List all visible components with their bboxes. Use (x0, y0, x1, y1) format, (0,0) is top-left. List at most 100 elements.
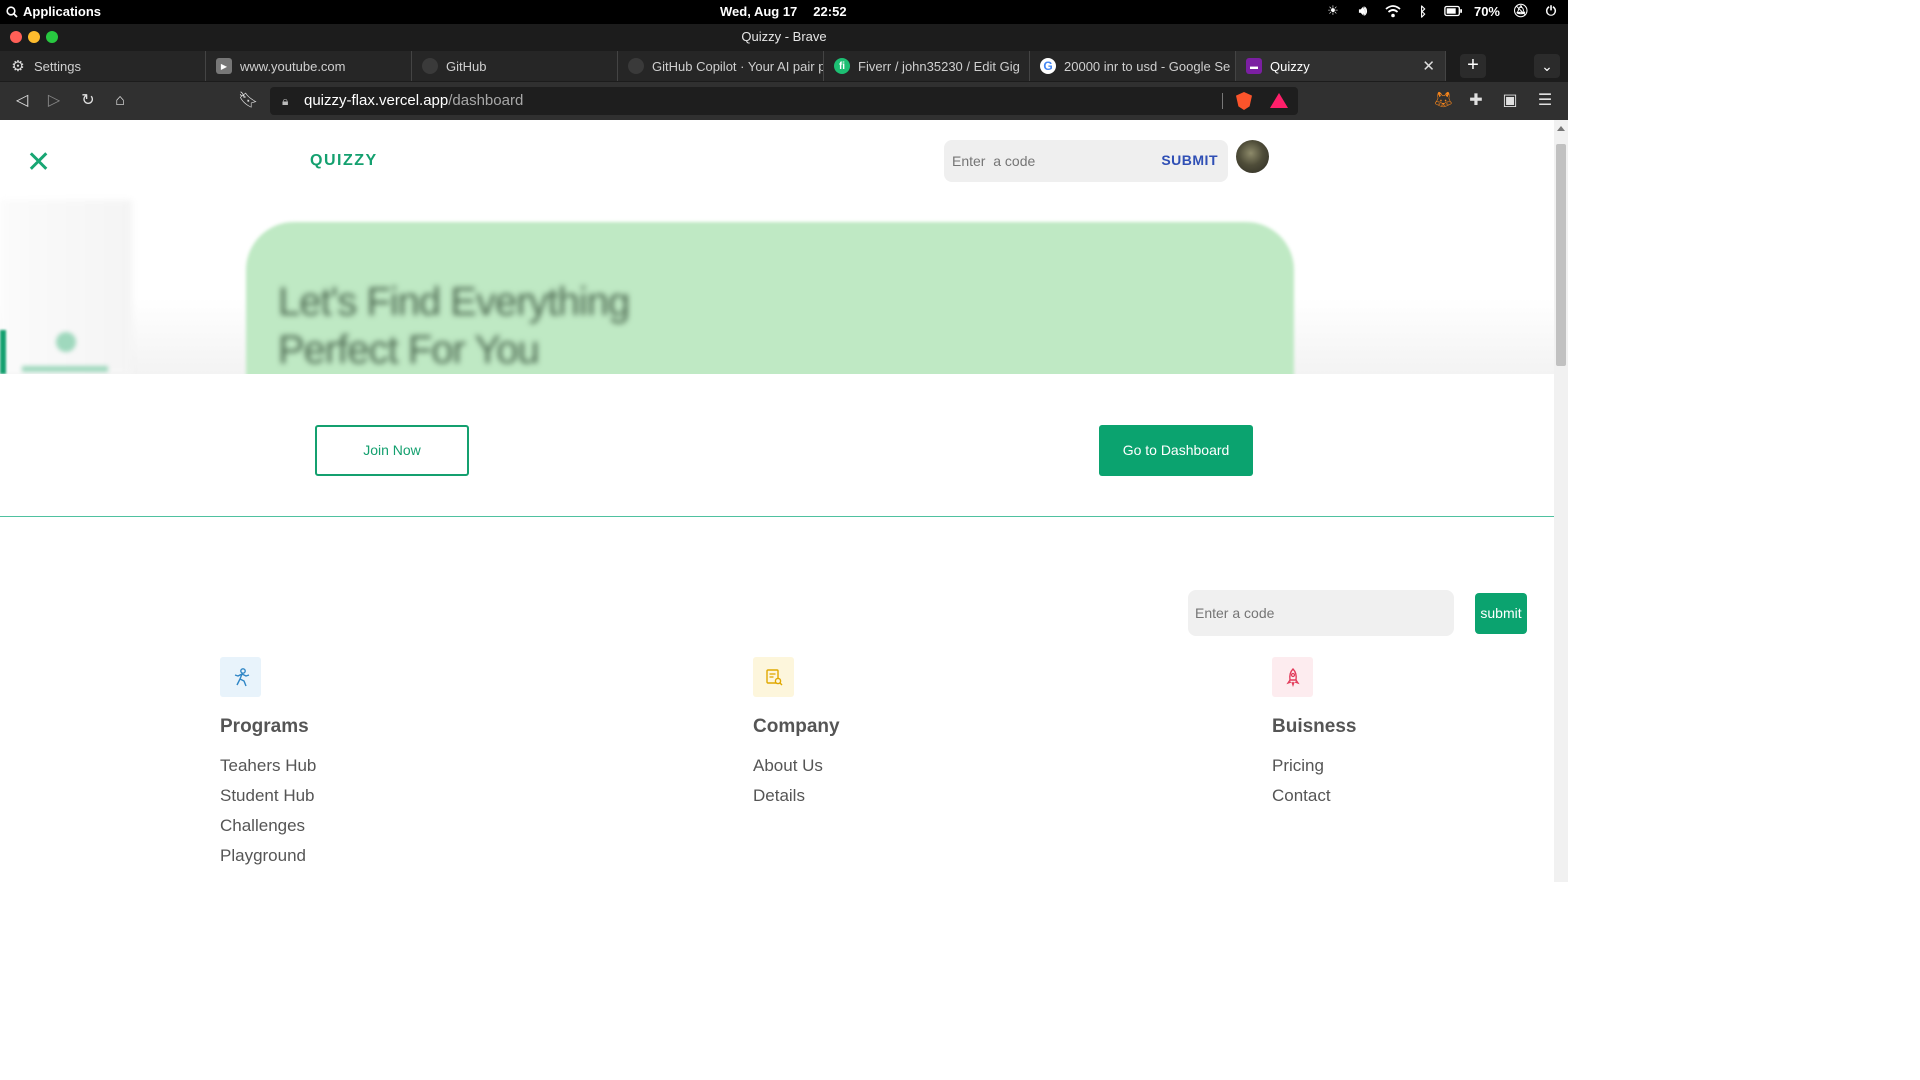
close-window-button[interactable] (10, 31, 22, 43)
metamask-icon[interactable]: 🦊︎ (1433, 91, 1453, 111)
footer-submit-button[interactable]: submit (1475, 593, 1527, 634)
wallet-icon[interactable]: ▣ (1500, 91, 1520, 111)
reload-button[interactable]: ↻ (78, 91, 98, 111)
footer-code-input[interactable] (1195, 602, 1435, 624)
window-titlebar: Quizzy - Brave (0, 24, 1568, 50)
search-icon (6, 5, 18, 18)
notifications-off-icon[interactable]: 🔕︎ (1512, 3, 1530, 19)
brave-rewards-icon[interactable] (1270, 93, 1288, 108)
tab-github[interactable]: GitHub (412, 51, 618, 81)
applications-menu[interactable]: Applications (6, 4, 101, 19)
tab-google-search[interactable]: G 20000 inr to usd - Google Se (1030, 51, 1236, 81)
footer-heading: Company (753, 716, 840, 737)
page-scrollbar[interactable] (1554, 120, 1568, 882)
minimize-window-button[interactable] (28, 31, 40, 43)
back-button[interactable]: ◁ (12, 91, 32, 111)
footer-link[interactable]: Pricing (1272, 755, 1356, 785)
battery-percent: 70% (1473, 3, 1500, 19)
footer-link[interactable]: Challenges (220, 815, 316, 845)
hero-line-1: Let's Find Everything (278, 280, 630, 324)
tab-label: GitHub Copilot · Your AI pair p (652, 58, 824, 74)
brightness-icon[interactable]: ☀ (1324, 3, 1342, 19)
tab-label: Quizzy (1270, 58, 1310, 74)
tab-list-button[interactable]: ⌄ (1534, 54, 1560, 78)
volume-icon[interactable]: 🔊︎ (1354, 3, 1372, 19)
github-icon (628, 58, 644, 74)
bluetooth-icon[interactable]: ᛒ (1414, 3, 1432, 19)
lock-icon: 🔒︎ (282, 94, 289, 108)
footer-link[interactable]: Student Hub (220, 785, 316, 815)
footer-column-business: Buisness Pricing Contact (1272, 657, 1356, 815)
bookmark-icon[interactable]: 🔖︎ (238, 91, 258, 111)
applications-label: Applications (23, 4, 102, 19)
company-icon-box (753, 657, 794, 697)
programs-icon-box (220, 657, 261, 697)
window-controls (10, 31, 58, 43)
avatar[interactable] (1236, 140, 1269, 173)
hero-heading: Let's Find Everything Perfect For You (278, 278, 630, 374)
forward-button[interactable]: ▷ (44, 91, 64, 111)
tab-label: 20000 inr to usd - Google Se (1064, 58, 1231, 74)
time-label: 22:52 (813, 4, 847, 19)
hero-line-2: Perfect For You (278, 328, 540, 372)
header-code-form: SUBMIT (944, 140, 1228, 182)
person-run-icon (234, 668, 249, 687)
tab-settings[interactable]: ⚙ Settings (0, 51, 206, 81)
maximize-window-button[interactable] (46, 31, 58, 43)
power-icon[interactable]: ⏻ (1542, 3, 1560, 19)
date-label: Wed, Aug 17 (720, 4, 798, 19)
clock[interactable]: Wed, Aug 17 22:52 (720, 4, 847, 19)
github-icon (422, 58, 438, 74)
sidebar-label-blurred (22, 366, 108, 372)
footer-link[interactable]: Playground (220, 845, 316, 875)
address-bar[interactable]: 🔒︎ quizzy-flax.vercel.app/dashboard (270, 87, 1298, 115)
join-now-button[interactable]: Join Now (315, 425, 469, 476)
brave-shields-icon[interactable] (1236, 92, 1252, 110)
close-menu-icon[interactable]: ✕ (26, 148, 51, 178)
google-icon: G (1040, 58, 1056, 74)
window-title: Quizzy - Brave (741, 29, 827, 44)
rocket-icon (1285, 668, 1300, 687)
footer-column-programs: Programs Teahers Hub Student Hub Challen… (220, 657, 316, 875)
tab-strip: ⚙ Settings ▶ www.youtube.com GitHub GitH… (0, 50, 1568, 82)
tab-label: Fiverr / john35230 / Edit Gig (858, 58, 1020, 74)
fiverr-icon: fi (834, 58, 850, 74)
youtube-icon: ▶ (216, 58, 232, 74)
wifi-icon[interactable] (1384, 3, 1402, 19)
sidebar-icon-blurred (56, 332, 76, 352)
footer-link[interactable]: About Us (753, 755, 840, 785)
footer-code-form (1188, 590, 1454, 636)
go-to-dashboard-button[interactable]: Go to Dashboard (1099, 425, 1253, 476)
header-section: ✕ QUIZZY SUBMIT Let's Find Everything Pe… (0, 120, 1554, 374)
browser-toolbar: ◁ ▷ ↻ ⌂ 🔖︎ 🔒︎ quizzy-flax.vercel.app/das… (0, 82, 1568, 120)
url-host: quizzy-flax.vercel.app (304, 92, 449, 109)
footer-heading: Buisness (1272, 716, 1357, 737)
close-tab-icon[interactable]: ✕ (1422, 57, 1435, 75)
quizzy-icon: ▬ (1246, 58, 1262, 74)
footer-link[interactable]: Contact (1272, 785, 1356, 815)
footer-link[interactable]: Teahers Hub (220, 755, 316, 785)
system-top-bar: Applications Wed, Aug 17 22:52 ☀ 🔊︎ ᛒ 70%… (0, 0, 1568, 24)
tab-fiverr[interactable]: fi Fiverr / john35230 / Edit Gig (824, 51, 1030, 81)
tab-label: GitHub (446, 58, 487, 74)
tab-label: www.youtube.com (240, 58, 346, 74)
tab-quizzy[interactable]: ▬ Quizzy ✕ (1236, 51, 1446, 81)
section-divider (0, 516, 1554, 517)
footer-heading: Programs (220, 716, 309, 737)
menu-icon[interactable]: ☰ (1535, 91, 1555, 111)
new-tab-button[interactable]: + (1460, 54, 1486, 78)
battery-icon[interactable] (1444, 3, 1462, 19)
sidebar-active-indicator (0, 330, 6, 374)
extensions-icon[interactable]: ✚ (1466, 91, 1486, 111)
tab-youtube[interactable]: ▶ www.youtube.com (206, 51, 412, 81)
home-button[interactable]: ⌂ (110, 91, 130, 111)
footer-link[interactable]: Details (753, 785, 840, 815)
scroll-up-arrow-icon[interactable] (1557, 126, 1565, 131)
tab-github-copilot[interactable]: GitHub Copilot · Your AI pair p (618, 51, 824, 81)
page-viewport: ✕ QUIZZY SUBMIT Let's Find Everything Pe… (0, 120, 1554, 882)
header-code-input[interactable] (952, 150, 1142, 172)
document-search-icon (765, 669, 782, 686)
brand-logo[interactable]: QUIZZY (310, 152, 378, 170)
header-submit-button[interactable]: SUBMIT (1161, 152, 1218, 168)
scrollbar-thumb[interactable] (1556, 144, 1566, 366)
